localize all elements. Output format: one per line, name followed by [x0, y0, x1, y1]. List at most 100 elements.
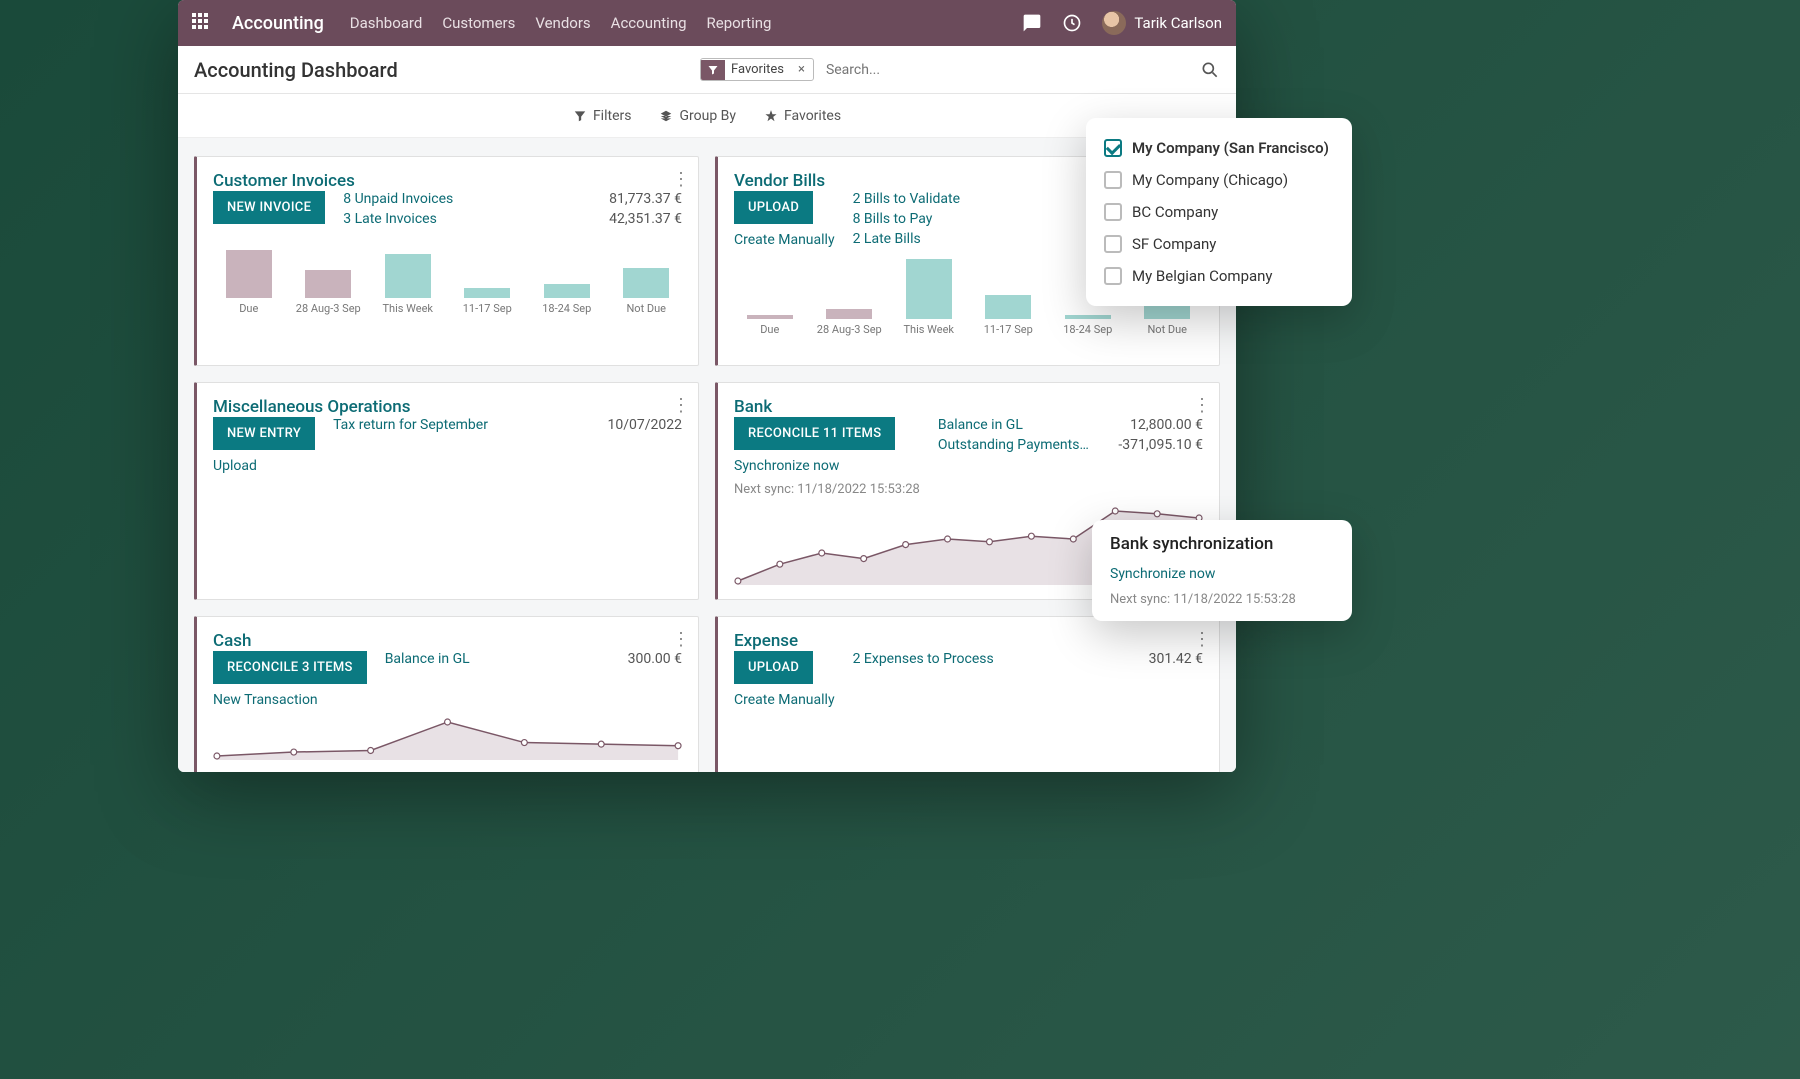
checkbox[interactable] [1104, 203, 1122, 221]
reconcile-button[interactable]: RECONCILE 11 ITEMS [734, 417, 895, 450]
card-title[interactable]: Cash [213, 631, 251, 651]
cash-sparkline [213, 718, 682, 760]
kebab-icon[interactable] [672, 395, 688, 415]
search-bar: Favorites × [700, 56, 1220, 84]
bar-label: Not Due [626, 302, 666, 315]
synchronize-now-link[interactable]: Synchronize now [734, 458, 839, 474]
link-bills-pay[interactable]: 8 Bills to Pay [853, 211, 933, 227]
bar-label: Due [760, 323, 779, 336]
funnel-icon [701, 60, 725, 80]
next-sync-text: Next sync: 11/18/2022 15:53:28 [1110, 592, 1296, 607]
subheader: Accounting Dashboard Favorites × [178, 46, 1236, 94]
user-menu[interactable]: Tarik Carlson [1102, 11, 1222, 35]
card-title[interactable]: Miscellaneous Operations [213, 397, 411, 417]
card-title[interactable]: Bank [734, 397, 772, 417]
card-title[interactable]: Expense [734, 631, 798, 651]
popover-title: Bank synchronization [1110, 534, 1334, 554]
value: 300.00 € [628, 651, 682, 667]
bar-label: Due [239, 302, 258, 315]
upload-button[interactable]: UPLOAD [734, 651, 813, 684]
nav-reporting[interactable]: Reporting [707, 14, 772, 32]
checkbox[interactable] [1104, 171, 1122, 189]
activity-icon[interactable] [1062, 13, 1082, 33]
new-invoice-button[interactable]: NEW INVOICE [213, 191, 325, 224]
topbar: Accounting Dashboard Customers Vendors A… [178, 0, 1236, 46]
card-cash: Cash RECONCILE 3 ITEMS New Transaction B… [194, 616, 699, 772]
apps-icon[interactable] [192, 13, 212, 33]
customer-invoices-chart: Due28 Aug-3 SepThis Week11-17 Sep18-24 S… [213, 245, 682, 315]
bank-sync-popover: Bank synchronization Synchronize now Nex… [1092, 520, 1352, 621]
card-title[interactable]: Customer Invoices [213, 171, 355, 191]
nav-dashboard[interactable]: Dashboard [350, 14, 423, 32]
card-expense: Expense UPLOAD Create Manually 2 Expense… [715, 616, 1220, 772]
link-outstanding[interactable]: Outstanding Payments… [938, 437, 1089, 453]
page-title: Accounting Dashboard [194, 58, 398, 82]
app-window: Accounting Dashboard Customers Vendors A… [178, 0, 1236, 772]
nav-vendors[interactable]: Vendors [535, 14, 590, 32]
bar-label: 28 Aug-3 Sep [817, 323, 882, 336]
tag-close-icon[interactable]: × [790, 59, 813, 80]
checkbox[interactable] [1104, 267, 1122, 285]
company-option[interactable]: My Company (San Francisco) [1104, 132, 1334, 164]
app-title: Accounting [232, 13, 324, 34]
create-manually-link[interactable]: Create Manually [734, 232, 835, 248]
user-name: Tarik Carlson [1134, 14, 1222, 32]
link-balance-gl[interactable]: Balance in GL [938, 417, 1023, 433]
checkbox[interactable] [1104, 235, 1122, 253]
company-option[interactable]: My Belgian Company [1104, 260, 1334, 292]
kebab-icon[interactable] [672, 629, 688, 649]
link-balance-gl[interactable]: Balance in GL [385, 651, 470, 667]
kebab-icon[interactable] [1193, 629, 1209, 649]
kebab-icon[interactable] [672, 169, 688, 189]
company-label: My Belgian Company [1132, 267, 1273, 285]
new-entry-button[interactable]: NEW ENTRY [213, 417, 315, 450]
company-label: SF Company [1132, 235, 1216, 253]
kebab-icon[interactable] [1193, 395, 1209, 415]
company-option[interactable]: BC Company [1104, 196, 1334, 228]
value: 12,800.00 € [1130, 417, 1203, 433]
create-manually-link[interactable]: Create Manually [734, 692, 835, 708]
next-sync-text: Next sync: 11/18/2022 15:53:28 [734, 482, 920, 497]
value: 81,773.37 € [609, 191, 682, 207]
messages-icon[interactable] [1022, 13, 1042, 33]
group-by-button[interactable]: Group By [659, 108, 736, 124]
filters-button[interactable]: Filters [573, 108, 632, 124]
value: -371,095.10 € [1118, 437, 1203, 453]
link-unpaid-invoices[interactable]: 8 Unpaid Invoices [343, 191, 453, 207]
company-option[interactable]: SF Company [1104, 228, 1334, 260]
link-late-bills[interactable]: 2 Late Bills [853, 231, 921, 247]
bar-label: This Week [903, 323, 954, 336]
card-title[interactable]: Vendor Bills [734, 171, 825, 191]
nav-accounting[interactable]: Accounting [611, 14, 687, 32]
company-label: My Company (Chicago) [1132, 171, 1288, 189]
upload-button[interactable]: UPLOAD [734, 191, 813, 224]
synchronize-now-link[interactable]: Synchronize now [1110, 566, 1334, 582]
company-picker-popover: My Company (San Francisco) My Company (Ch… [1086, 118, 1352, 306]
value: 10/07/2022 [608, 417, 683, 433]
upload-link[interactable]: Upload [213, 458, 257, 474]
search-input[interactable] [822, 56, 1192, 84]
search-icon[interactable] [1200, 60, 1220, 80]
checkbox[interactable] [1104, 139, 1122, 157]
bar-label: Not Due [1147, 323, 1187, 336]
company-option[interactable]: My Company (Chicago) [1104, 164, 1334, 196]
bar-label: 11-17 Sep [984, 323, 1033, 336]
filter-bar: Filters Group By Favorites [178, 94, 1236, 138]
favorites-button[interactable]: Favorites [764, 108, 841, 124]
dashboard-board: Customer Invoices NEW INVOICE 8 Unpaid I… [178, 138, 1236, 772]
nav-customers[interactable]: Customers [442, 14, 515, 32]
reconcile-button[interactable]: RECONCILE 3 ITEMS [213, 651, 367, 684]
tag-label: Favorites [725, 59, 790, 80]
bar-label: 18-24 Sep [1063, 323, 1112, 336]
new-transaction-link[interactable]: New Transaction [213, 692, 318, 708]
star-icon [764, 109, 778, 123]
company-label: BC Company [1132, 203, 1218, 221]
link-late-invoices[interactable]: 3 Late Invoices [343, 211, 437, 227]
link-bills-validate[interactable]: 2 Bills to Validate [853, 191, 960, 207]
bar-label: 18-24 Sep [542, 302, 591, 315]
link-tax-return[interactable]: Tax return for September [333, 417, 488, 433]
search-tag-favorites[interactable]: Favorites × [700, 58, 814, 81]
card-customer-invoices: Customer Invoices NEW INVOICE 8 Unpaid I… [194, 156, 699, 366]
link-expenses-process[interactable]: 2 Expenses to Process [853, 651, 994, 667]
funnel-icon [573, 109, 587, 123]
